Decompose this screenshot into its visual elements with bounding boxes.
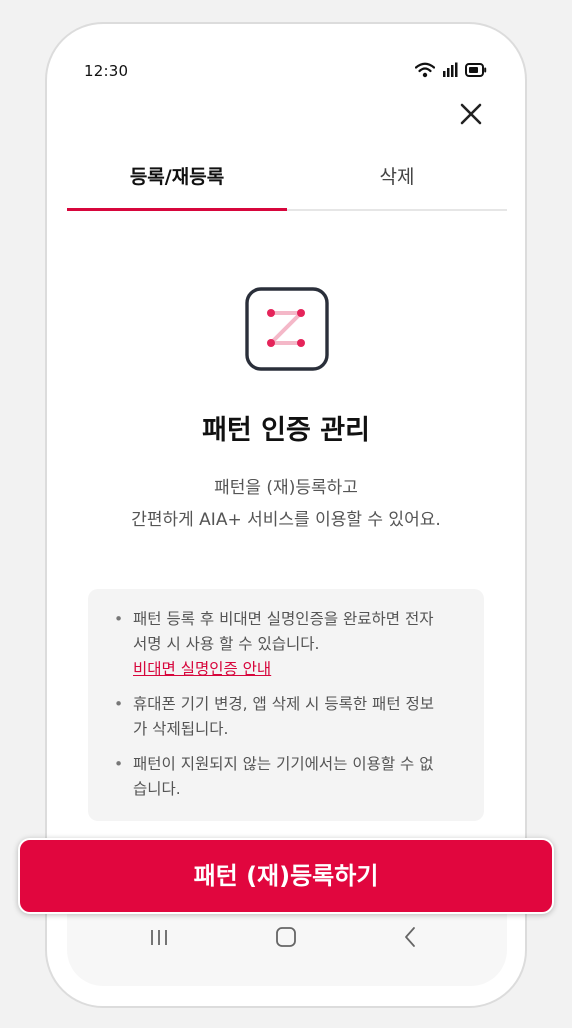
description-line: 간편하게 AIA+ 서비스를 이용할 수 있어요.	[131, 510, 441, 530]
status-icons	[415, 62, 487, 78]
tab-register[interactable]: 등록/재등록	[67, 159, 287, 209]
page-description: 패턴을 (재)등록하고 간편하게 AIA+ 서비스를 이용할 수 있어요.	[47, 472, 525, 536]
info-item-text: 가 삭제됩니다.	[133, 720, 229, 738]
pattern-lock-icon	[245, 287, 329, 371]
tab-bar: 등록/재등록 삭제	[67, 159, 507, 211]
recent-apps-icon[interactable]	[144, 922, 174, 952]
description-line: 패턴을 (재)등록하고	[214, 478, 358, 498]
info-item-text: 패턴이 지원되지 않는 기기에서는 이용할 수 없	[133, 755, 434, 773]
register-pattern-button[interactable]: 패턴 (재)등록하기	[18, 838, 554, 914]
info-item-text: 패턴 등록 후 비대면 실명인증을 완료하면 전자	[133, 610, 434, 628]
battery-icon	[465, 63, 487, 77]
signal-icon	[443, 62, 458, 77]
identity-verification-guide-link[interactable]: 비대면 실명인증 안내	[133, 657, 271, 682]
page-title: 패턴 인증 관리	[202, 415, 370, 446]
close-icon[interactable]	[457, 100, 485, 128]
status-time: 12:30	[84, 62, 129, 80]
status-bar: 12:30	[47, 24, 525, 94]
info-item-text: 휴대폰 기기 변경, 앱 삭제 시 등록한 패턴 정보	[133, 695, 435, 713]
info-item: 패턴이 지원되지 않는 기기에서는 이용할 수 없 습니다.	[112, 752, 464, 802]
home-icon[interactable]	[271, 922, 301, 952]
back-icon[interactable]	[395, 922, 425, 952]
info-item-text: 습니다.	[133, 780, 181, 798]
wifi-icon	[415, 62, 435, 78]
info-item: 휴대폰 기기 변경, 앱 삭제 시 등록한 패턴 정보 가 삭제됩니다.	[112, 692, 464, 742]
info-item-text: 서명 시 사용 할 수 있습니다.	[133, 635, 320, 653]
tab-active-indicator	[67, 208, 287, 211]
tab-delete[interactable]: 삭제	[287, 159, 507, 209]
info-box: 패턴 등록 후 비대면 실명인증을 완료하면 전자 서명 시 사용 할 수 있습…	[88, 589, 484, 821]
info-item: 패턴 등록 후 비대면 실명인증을 완료하면 전자 서명 시 사용 할 수 있습…	[112, 607, 464, 682]
